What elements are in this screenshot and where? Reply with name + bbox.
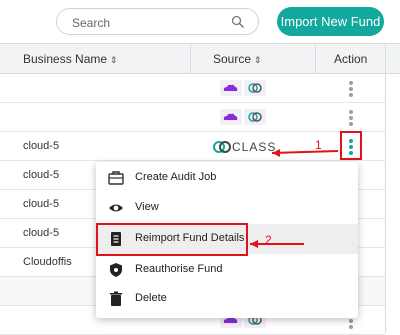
business-name: cloud-5 bbox=[23, 227, 60, 239]
annotation-number: 2 bbox=[265, 233, 272, 247]
link-source-icon bbox=[244, 79, 266, 96]
menu-item-view[interactable]: View bbox=[96, 193, 358, 223]
top-bar: Import New Fund bbox=[0, 0, 400, 43]
annotation-number: 1 bbox=[315, 138, 322, 152]
menu-item-delete[interactable]: Delete bbox=[96, 284, 358, 314]
business-name: cloud-5 bbox=[23, 169, 60, 181]
menu-item-reauthorise-fund[interactable]: Reauthorise Fund bbox=[96, 255, 358, 285]
menu-item-create-audit-job[interactable]: Create Audit Job bbox=[96, 163, 358, 193]
trash-icon bbox=[110, 291, 122, 306]
menu-item-label: Delete bbox=[135, 292, 167, 304]
table-row bbox=[0, 103, 385, 132]
link-source-icon bbox=[244, 108, 266, 125]
search-icon[interactable] bbox=[231, 15, 245, 29]
briefcase-icon bbox=[108, 171, 124, 185]
shield-icon bbox=[110, 263, 122, 277]
sort-icon[interactable]: ⇕ bbox=[110, 55, 118, 65]
business-name: cloud-5 bbox=[23, 140, 60, 152]
import-new-fund-button[interactable]: Import New Fund bbox=[277, 7, 384, 36]
class-logo-icon bbox=[213, 140, 231, 153]
column-header-source[interactable]: Source ⇕ bbox=[213, 52, 262, 66]
column-divider bbox=[190, 44, 191, 75]
column-label: Business Name bbox=[23, 52, 108, 66]
table-header: Business Name ⇕ Source ⇕ Action bbox=[0, 43, 400, 75]
column-header-action: Action bbox=[334, 52, 367, 66]
annotation-arrow bbox=[271, 149, 339, 157]
eye-icon bbox=[109, 204, 123, 212]
column-label: Action bbox=[334, 52, 368, 66]
cloud-source-icon bbox=[220, 79, 242, 96]
annotation-arrow bbox=[250, 240, 304, 248]
table-row bbox=[0, 74, 385, 103]
business-name: Cloudoffis bbox=[23, 256, 72, 268]
column-divider bbox=[315, 44, 316, 75]
column-label: Source bbox=[213, 52, 252, 66]
row-actions-menu-icon[interactable] bbox=[346, 79, 356, 99]
search-box[interactable] bbox=[56, 8, 259, 35]
sort-icon[interactable]: ⇕ bbox=[254, 55, 262, 65]
menu-item-label: Reauthorise Fund bbox=[135, 263, 223, 275]
column-header-business-name[interactable]: Business Name ⇕ bbox=[23, 52, 118, 66]
source-badges bbox=[220, 79, 268, 97]
annotation-box-reimport bbox=[96, 223, 248, 256]
column-divider bbox=[385, 43, 386, 333]
search-input[interactable] bbox=[70, 13, 224, 32]
menu-item-label: Create Audit Job bbox=[135, 171, 217, 183]
source-badges bbox=[220, 108, 268, 126]
class-source-logo: CLASS bbox=[212, 138, 276, 156]
menu-item-label: View bbox=[135, 201, 159, 213]
cloud-source-icon bbox=[220, 108, 242, 125]
annotation-box-actions bbox=[340, 131, 362, 160]
business-name: cloud-5 bbox=[23, 198, 60, 210]
row-actions-menu-icon[interactable] bbox=[346, 108, 356, 128]
